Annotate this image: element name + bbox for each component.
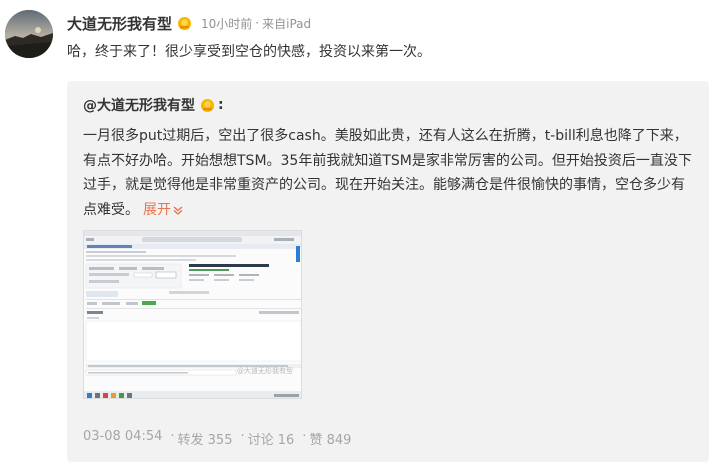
repost-username[interactable]: @大道无形我有型: [83, 95, 195, 115]
image-watermark: @大道无形我有型: [237, 367, 293, 375]
repost-text: 一月很多put过期后，空出了很多cash。美股如此贵，还有人这么在折腾，t-bi…: [83, 124, 695, 224]
post-time[interactable]: 10小时前: [201, 15, 252, 32]
expand-link[interactable]: 展开: [143, 202, 184, 218]
like-count[interactable]: 赞 849: [309, 429, 351, 448]
comment-count[interactable]: 讨论 16: [248, 429, 295, 448]
sun-badge-icon[interactable]: [177, 16, 192, 31]
expand-label: 展开: [143, 201, 171, 218]
username[interactable]: 大道无形我有型: [67, 13, 172, 34]
repost-colon: :: [218, 97, 224, 113]
sun-badge-icon[interactable]: [200, 98, 215, 113]
stats-separator: ·: [240, 429, 245, 444]
post-header: 大道无形我有型 10小时前 · 来自iPad: [67, 11, 311, 35]
repost-card[interactable]: @大道无形我有型 : 一月很多put过期后，空出了很多cash。美股如此贵，还有…: [67, 81, 709, 462]
attached-image[interactable]: @大道无形我有型: [83, 230, 302, 399]
repost-header: @大道无形我有型 :: [83, 94, 224, 116]
avatar[interactable]: [5, 10, 53, 58]
post-source: 来自iPad: [262, 16, 312, 31]
repost-count[interactable]: 转发 355: [178, 429, 233, 448]
meta-dot: ·: [255, 16, 260, 30]
post-text: 哈，终于来了！很少享受到空仓的快感，投资以来第一次。: [67, 44, 431, 60]
repost-stats: 03-08 04:54 · 转发 355 · 讨论 16 · 赞 849: [83, 429, 351, 448]
avatar-image: [5, 10, 53, 58]
chevron-down-icon: [172, 200, 184, 225]
repost-date[interactable]: 03-08 04:54: [83, 429, 162, 448]
stats-separator: ·: [302, 429, 307, 444]
stats-separator: ·: [170, 429, 175, 444]
